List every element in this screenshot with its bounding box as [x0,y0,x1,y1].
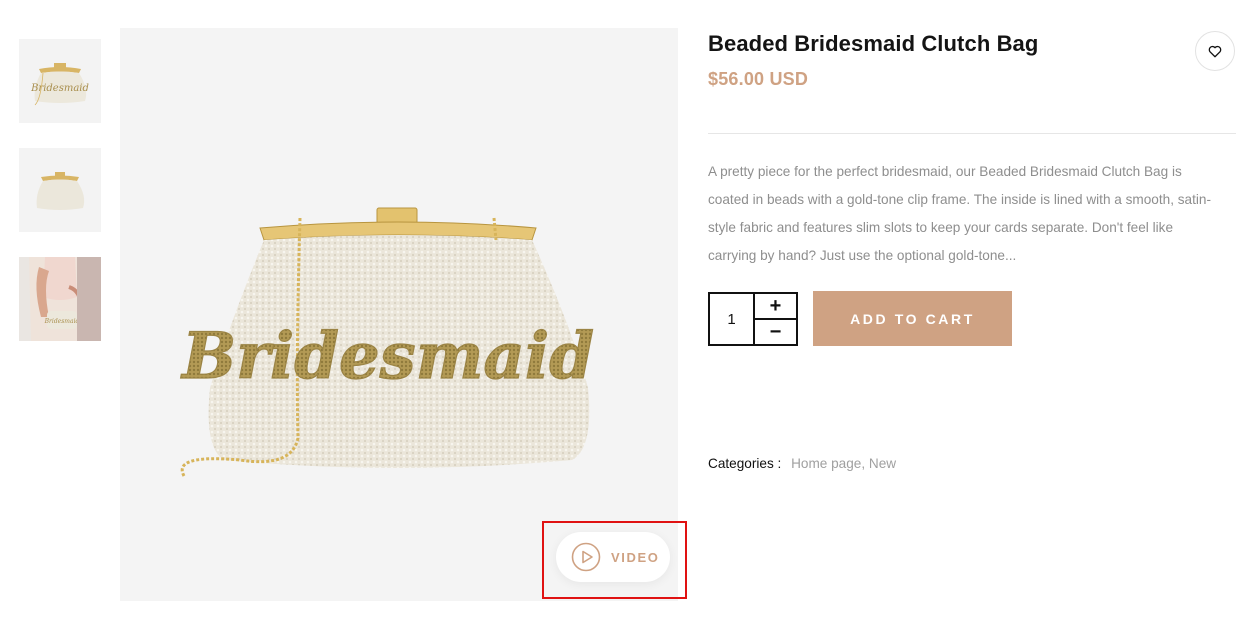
thumbnail-front-text: Bridesmaid [30,83,89,94]
thumbnail-front[interactable]: Bridesmaid [19,39,101,123]
thumbnail-model-image: Bridesmaid [19,257,101,341]
add-to-cart-button[interactable]: ADD TO CART [813,291,1012,346]
quantity-input[interactable]: 1 [710,294,755,344]
thumbnail-back-image [19,148,101,232]
product-title: Beaded Bridesmaid Clutch Bag [708,31,1039,56]
quantity-increase-button[interactable]: + [755,294,796,320]
thumbnail-model-text: Bridesmaid [44,318,80,325]
categories-label: Categories : [708,456,782,471]
thumbnail-list: Bridesmaid Bridesmaid [19,39,101,366]
divider [708,133,1236,134]
categories: Categories : Home page, New [708,456,896,471]
bag-beaded-text: Bridesmaid [180,319,594,394]
quantity-stepper: 1 + − [708,292,798,346]
product-description: A pretty piece for the perfect bridesmai… [708,164,1211,263]
thumbnail-front-image: Bridesmaid [19,39,101,123]
play-circle-icon [571,542,601,572]
main-product-image: Bridesmaid [120,28,678,601]
thumbnail-model[interactable]: Bridesmaid [19,257,101,341]
quantity-steps: + − [755,294,796,344]
categories-links[interactable]: Home page, New [791,456,896,471]
video-label: VIDEO [611,549,660,565]
video-button[interactable]: VIDEO [556,532,670,582]
thumbnail-back[interactable] [19,148,101,232]
clutch-bag-image: Bridesmaid [179,207,595,477]
product-price: $56.00 USD [708,69,809,89]
quantity-decrease-button[interactable]: − [755,320,796,344]
heart-icon [1208,45,1222,57]
wishlist-button[interactable] [1195,31,1235,71]
